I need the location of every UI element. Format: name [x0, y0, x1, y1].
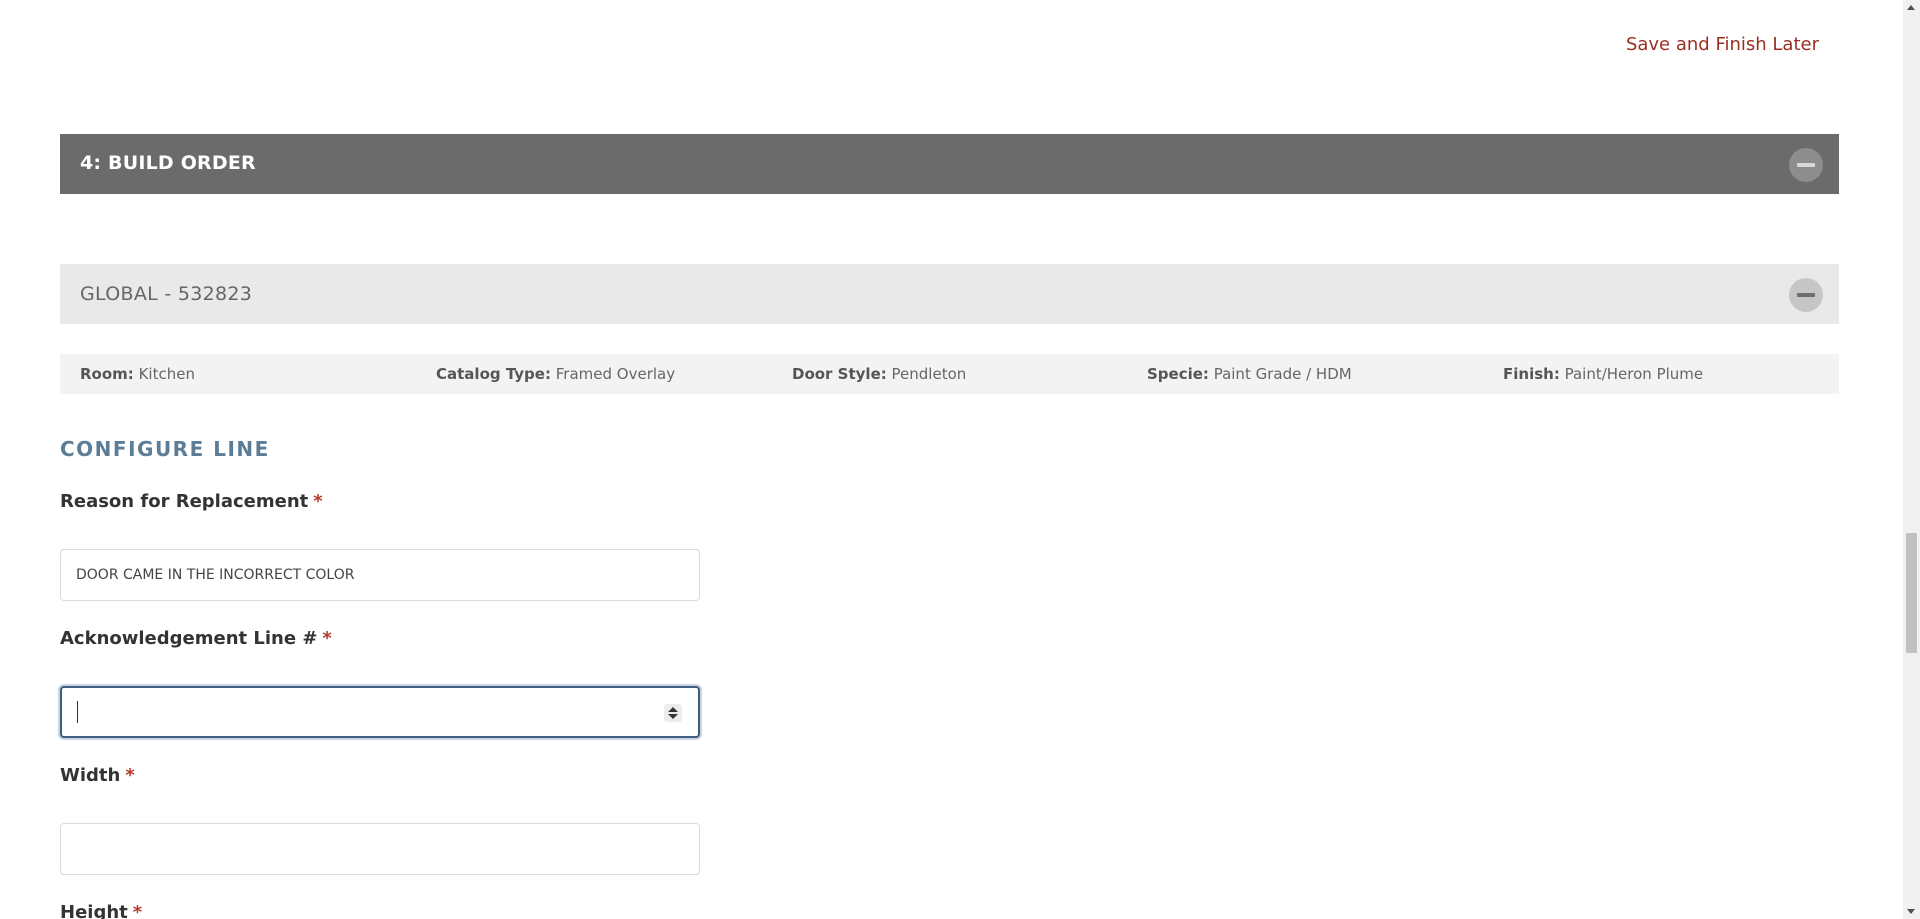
info-room-label: Room: — [80, 365, 134, 383]
collapse-minus-icon[interactable] — [1789, 278, 1823, 312]
width-label: Width * — [60, 765, 135, 786]
build-order-section-header[interactable]: 4: BUILD ORDER — [60, 134, 1839, 194]
scroll-down-arrow-icon[interactable] — [1907, 909, 1915, 914]
height-label-text: Height — [60, 902, 128, 919]
info-catalog-type-label: Catalog Type: — [436, 365, 551, 383]
ack-line-label: Acknowledgement Line # * — [60, 628, 332, 649]
info-catalog-type-value: Framed Overlay — [555, 365, 676, 383]
info-specie-value: Paint Grade / HDM — [1213, 365, 1352, 383]
scroll-up-arrow-icon[interactable] — [1907, 5, 1915, 10]
build-order-title: 4: BUILD ORDER — [80, 152, 256, 174]
info-room-value: Kitchen — [138, 365, 195, 383]
info-finish-value: Paint/Heron Plume — [1564, 365, 1704, 383]
required-marker: * — [313, 491, 323, 512]
reason-label-text: Reason for Replacement — [60, 491, 309, 512]
global-section-header[interactable]: GLOBAL - 532823 — [60, 264, 1839, 324]
global-section-title: GLOBAL - 532823 — [80, 283, 253, 305]
width-label-text: Width — [60, 765, 121, 786]
number-spinner-icon[interactable] — [664, 704, 682, 722]
ack-line-label-text: Acknowledgement Line # — [60, 628, 318, 649]
collapse-minus-icon[interactable] — [1789, 148, 1823, 182]
text-caret — [77, 701, 78, 723]
required-marker: * — [132, 902, 143, 919]
scrollbar-thumb[interactable] — [1906, 533, 1917, 653]
reason-input-value: DOOR CAME IN THE INCORRECT COLOR — [76, 567, 355, 583]
info-door-style-value: Pendleton — [891, 365, 967, 383]
height-label: Height * — [60, 902, 142, 919]
width-input[interactable] — [60, 823, 700, 875]
reason-label: Reason for Replacement * — [60, 491, 323, 512]
reason-for-replacement-input[interactable]: DOOR CAME IN THE INCORRECT COLOR — [60, 549, 700, 601]
vertical-scrollbar[interactable] — [1903, 0, 1920, 919]
order-info-row: Room: Kitchen Catalog Type: Framed Overl… — [60, 354, 1839, 394]
acknowledgement-line-number-input[interactable] — [60, 686, 700, 738]
info-specie: Specie: Paint Grade / HDM — [1147, 365, 1352, 383]
info-door-style: Door Style: Pendleton — [792, 365, 966, 383]
required-marker: * — [125, 765, 135, 786]
info-specie-label: Specie: — [1147, 365, 1209, 383]
info-catalog-type: Catalog Type: Framed Overlay — [436, 365, 675, 383]
save-and-finish-later-link[interactable]: Save and Finish Later — [1626, 34, 1819, 55]
info-door-style-label: Door Style: — [792, 365, 887, 383]
info-room: Room: Kitchen — [80, 365, 195, 383]
info-finish-label: Finish: — [1503, 365, 1560, 383]
configure-line-heading: CONFIGURE LINE — [60, 437, 270, 461]
required-marker: * — [322, 628, 332, 649]
info-finish: Finish: Paint/Heron Plume — [1503, 365, 1703, 383]
